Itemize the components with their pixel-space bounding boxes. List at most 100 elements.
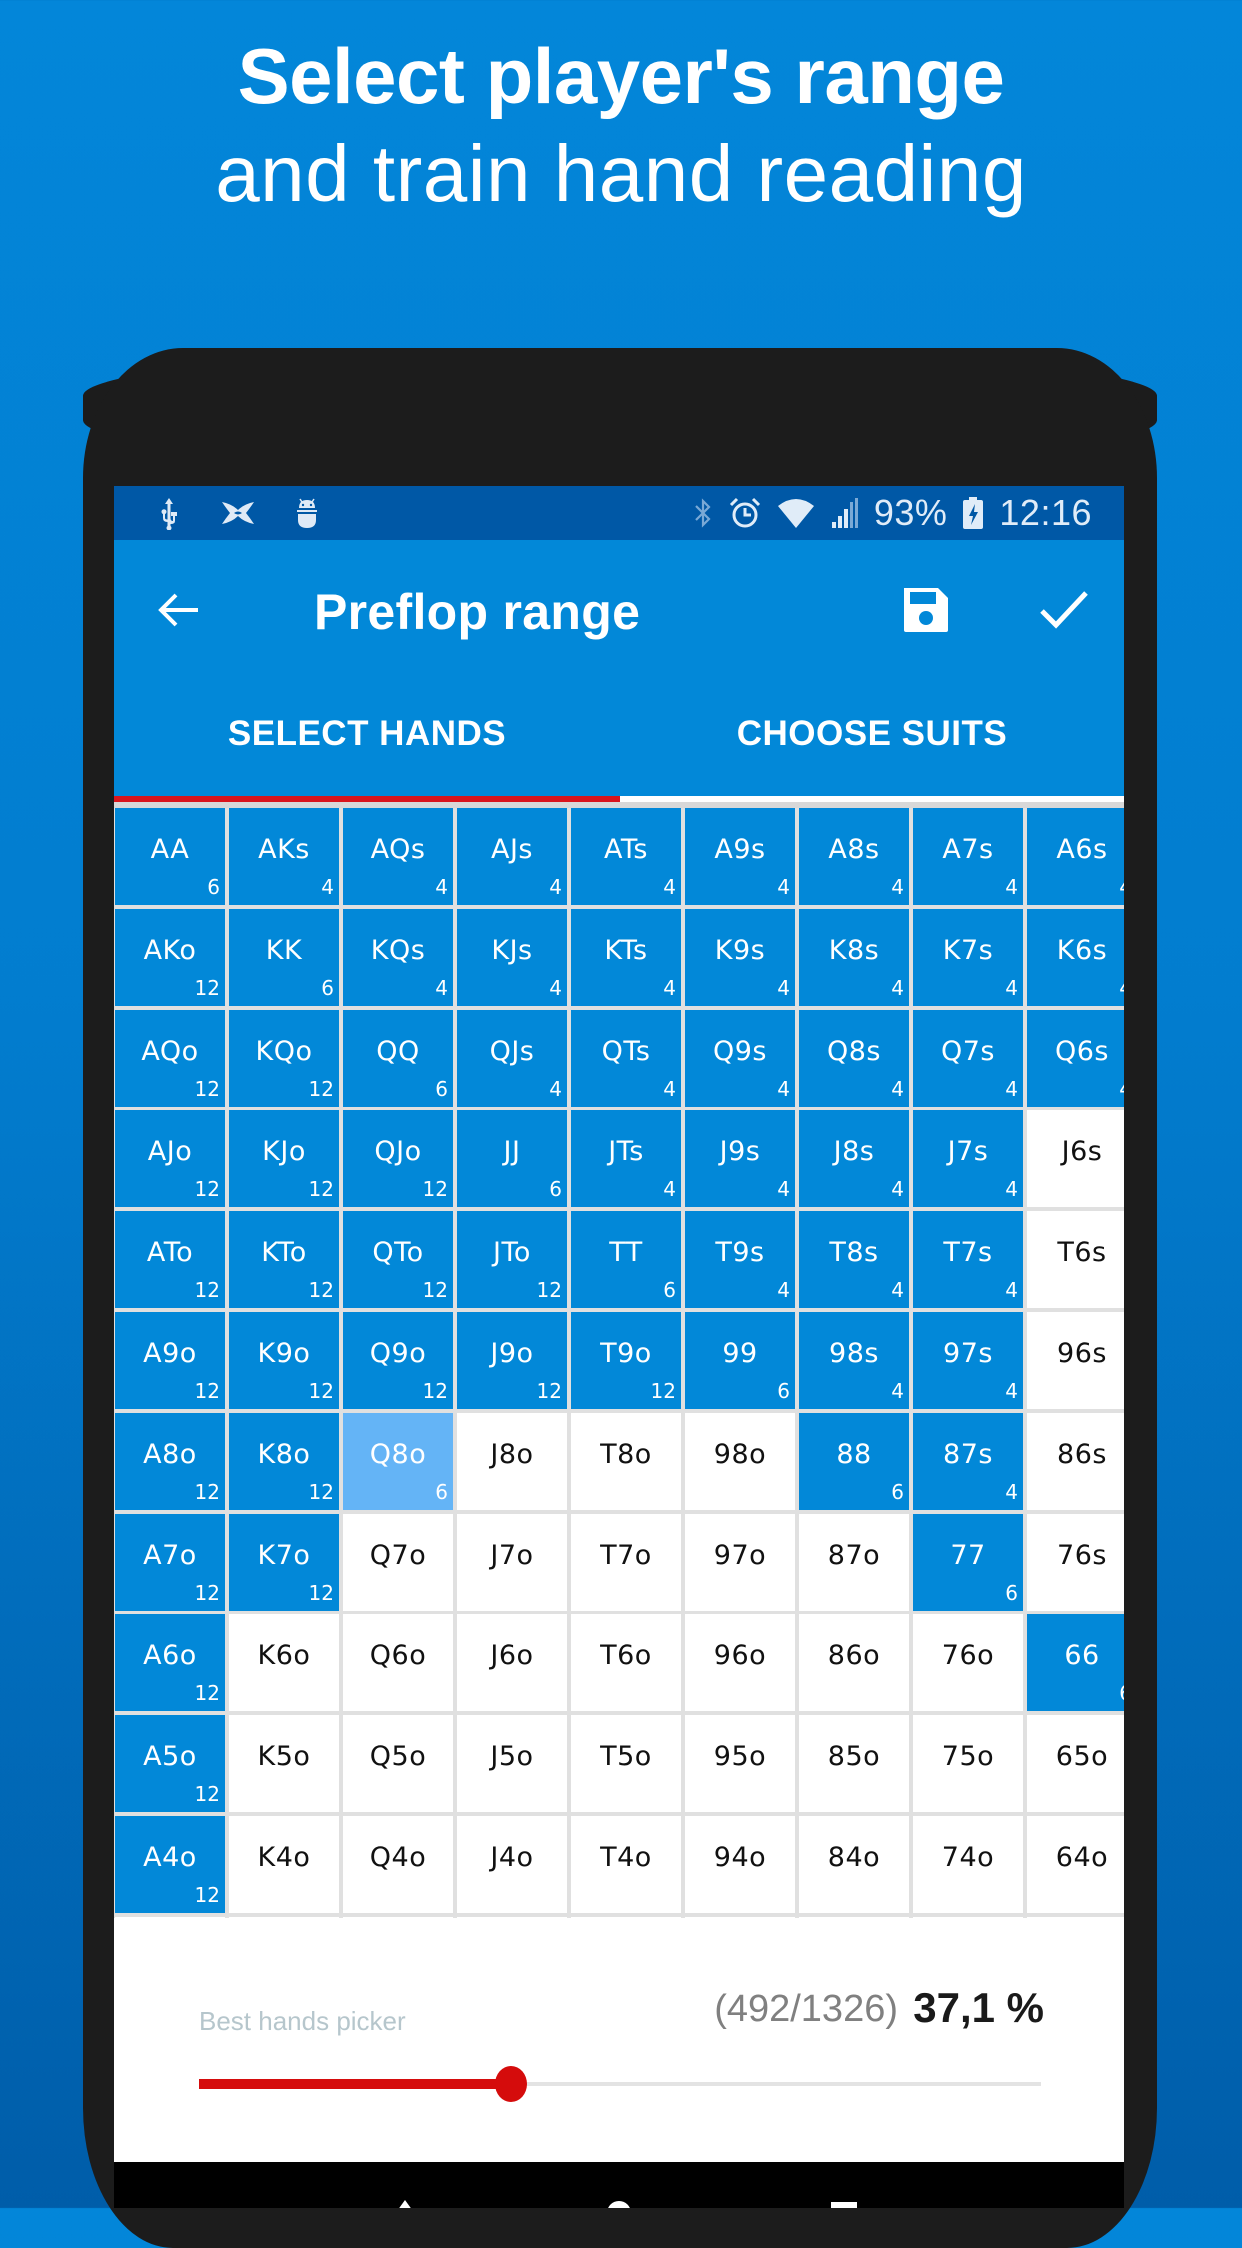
hand-cell-J9s[interactable]: J9s 4 [685, 1110, 795, 1207]
hand-cell-77[interactable]: 77 6 [913, 1514, 1023, 1611]
hand-range-grid[interactable]: AA 6 AKs 4 AQs 4 AJs 4 ATs 4 A9s 4 A8s 4 A7s 4 A6s 4 AKo 12… [114, 808, 1124, 1918]
hand-cell-T8o[interactable]: T8o [571, 1413, 681, 1510]
hand-cell-96s[interactable]: 96s [1027, 1312, 1124, 1409]
hand-cell-A6o[interactable]: A6o 12 [115, 1614, 225, 1711]
hand-cell-QJo[interactable]: QJo 12 [343, 1110, 453, 1207]
hand-cell-A5o[interactable]: A5o 12 [115, 1715, 225, 1812]
hand-cell-T6o[interactable]: T6o [571, 1614, 681, 1711]
hand-cell-T8s[interactable]: T8s 4 [799, 1211, 909, 1308]
hand-cell-AJo[interactable]: AJo 12 [115, 1110, 225, 1207]
hand-cell-KJs[interactable]: KJs 4 [457, 909, 567, 1006]
hand-cell-Q6o[interactable]: Q6o [343, 1614, 453, 1711]
hand-cell-J6o[interactable]: J6o [457, 1614, 567, 1711]
slider-thumb[interactable] [495, 2066, 528, 2102]
hand-cell-K6o[interactable]: K6o [229, 1614, 339, 1711]
hand-cell-K9o[interactable]: K9o 12 [229, 1312, 339, 1409]
hand-cell-A7s[interactable]: A7s 4 [913, 808, 1023, 905]
hand-cell-T9o[interactable]: T9o 12 [571, 1312, 681, 1409]
hand-cell-98o[interactable]: 98o [685, 1413, 795, 1510]
hand-cell-97o[interactable]: 97o [685, 1514, 795, 1611]
hand-cell-QJs[interactable]: QJs 4 [457, 1010, 567, 1107]
hand-cell-AKo[interactable]: AKo 12 [115, 909, 225, 1006]
hand-cell-A6s[interactable]: A6s 4 [1027, 808, 1124, 905]
hand-cell-95o[interactable]: 95o [685, 1715, 795, 1812]
hand-cell-T5o[interactable]: T5o [571, 1715, 681, 1812]
hand-cell-K6s[interactable]: K6s 4 [1027, 909, 1124, 1006]
hand-cell-T7s[interactable]: T7s 4 [913, 1211, 1023, 1308]
hand-cell-J6s[interactable]: J6s [1027, 1110, 1124, 1207]
hand-cell-A9o[interactable]: A9o 12 [115, 1312, 225, 1409]
hand-cell-JTs[interactable]: JTs 4 [571, 1110, 681, 1207]
hand-cell-Q6s[interactable]: Q6s 4 [1027, 1010, 1124, 1107]
hand-cell-Q9o[interactable]: Q9o 12 [343, 1312, 453, 1409]
hand-cell-96o[interactable]: 96o [685, 1614, 795, 1711]
hand-cell-97s[interactable]: 97s 4 [913, 1312, 1023, 1409]
hand-cell-J8s[interactable]: J8s 4 [799, 1110, 909, 1207]
hand-cell-QTo[interactable]: QTo 12 [343, 1211, 453, 1308]
hand-cell-66[interactable]: 666 [1027, 1614, 1124, 1711]
hand-cell-AKs[interactable]: AKs 4 [229, 808, 339, 905]
hand-cell-76s[interactable]: 76s [1027, 1514, 1124, 1611]
hand-cell-K9s[interactable]: K9s 4 [685, 909, 795, 1006]
hand-cell-75o[interactable]: 75o [913, 1715, 1023, 1812]
hand-cell-KK[interactable]: KK 6 [229, 909, 339, 1006]
hand-cell-84o[interactable]: 84o [799, 1816, 909, 1913]
hand-cell-QQ[interactable]: QQ 6 [343, 1010, 453, 1107]
hand-cell-AQs[interactable]: AQs 4 [343, 808, 453, 905]
hand-cell-J8o[interactable]: J8o [457, 1413, 567, 1510]
hand-cell-65o[interactable]: 65o [1027, 1715, 1124, 1812]
hand-cell-A9s[interactable]: A9s 4 [685, 808, 795, 905]
hand-cell-TT[interactable]: TT 6 [571, 1211, 681, 1308]
hand-cell-88[interactable]: 88 6 [799, 1413, 909, 1510]
hand-cell-QTs[interactable]: QTs 4 [571, 1010, 681, 1107]
hand-cell-T9s[interactable]: T9s 4 [685, 1211, 795, 1308]
hand-cell-Q4o[interactable]: Q4o [343, 1816, 453, 1913]
hand-cell-86s[interactable]: 86s [1027, 1413, 1124, 1510]
hand-cell-AQo[interactable]: AQo 12 [115, 1010, 225, 1107]
hand-cell-J9o[interactable]: J9o 12 [457, 1312, 567, 1409]
hand-cell-JTo[interactable]: JTo 12 [457, 1211, 567, 1308]
hand-cell-A8s[interactable]: A8s 4 [799, 808, 909, 905]
hand-cell-J4o[interactable]: J4o [457, 1816, 567, 1913]
hand-cell-T6s[interactable]: T6s [1027, 1211, 1124, 1308]
hand-cell-K4o[interactable]: K4o [229, 1816, 339, 1913]
hand-cell-AJs[interactable]: AJs 4 [457, 808, 567, 905]
hand-cell-Q9s[interactable]: Q9s 4 [685, 1010, 795, 1107]
hand-cell-87s[interactable]: 87s 4 [913, 1413, 1023, 1510]
hand-cell-AA[interactable]: AA 6 [115, 808, 225, 905]
hand-cell-Q7o[interactable]: Q7o [343, 1514, 453, 1611]
hand-cell-K8s[interactable]: K8s 4 [799, 909, 909, 1006]
hand-cell-A7o[interactable]: A7o 12 [115, 1514, 225, 1611]
hand-cell-74o[interactable]: 74o [913, 1816, 1023, 1913]
hand-cell-86o[interactable]: 86o [799, 1614, 909, 1711]
hand-cell-KQs[interactable]: KQs 4 [343, 909, 453, 1006]
hand-cell-76o[interactable]: 76o [913, 1614, 1023, 1711]
hand-cell-J7s[interactable]: J7s 4 [913, 1110, 1023, 1207]
home-nav-icon[interactable] [604, 2198, 634, 2208]
hand-cell-KJo[interactable]: KJo 12 [229, 1110, 339, 1207]
hand-cell-99[interactable]: 99 6 [685, 1312, 795, 1409]
arrow-back-icon[interactable] [154, 585, 204, 635]
hand-cell-K7o[interactable]: K7o 12 [229, 1514, 339, 1611]
hand-cell-Q5o[interactable]: Q5o [343, 1715, 453, 1812]
hand-cell-94o[interactable]: 94o [685, 1816, 795, 1913]
hand-cell-Q8o[interactable]: Q8o 6 [343, 1413, 453, 1510]
hand-cell-KTo[interactable]: KTo 12 [229, 1211, 339, 1308]
hand-cell-KQo[interactable]: KQo 12 [229, 1010, 339, 1107]
hand-cell-Q8s[interactable]: Q8s 4 [799, 1010, 909, 1107]
hand-cell-A4o[interactable]: A4o 12 [115, 1816, 225, 1913]
best-hands-slider[interactable] [199, 2066, 1041, 2102]
back-nav-icon[interactable] [390, 2198, 420, 2208]
check-icon[interactable] [1038, 587, 1090, 633]
hand-cell-ATo[interactable]: ATo 12 [115, 1211, 225, 1308]
hand-cell-J5o[interactable]: J5o [457, 1715, 567, 1812]
hand-cell-T4o[interactable]: T4o [571, 1816, 681, 1913]
hand-cell-Q7s[interactable]: Q7s 4 [913, 1010, 1023, 1107]
hand-cell-98s[interactable]: 98s 4 [799, 1312, 909, 1409]
hand-cell-T7o[interactable]: T7o [571, 1514, 681, 1611]
recents-nav-icon[interactable] [829, 2198, 859, 2208]
save-icon[interactable] [900, 584, 952, 636]
hand-cell-JJ[interactable]: JJ 6 [457, 1110, 567, 1207]
hand-cell-KTs[interactable]: KTs 4 [571, 909, 681, 1006]
tab-select-hands[interactable]: SELECT HANDS [114, 680, 620, 796]
